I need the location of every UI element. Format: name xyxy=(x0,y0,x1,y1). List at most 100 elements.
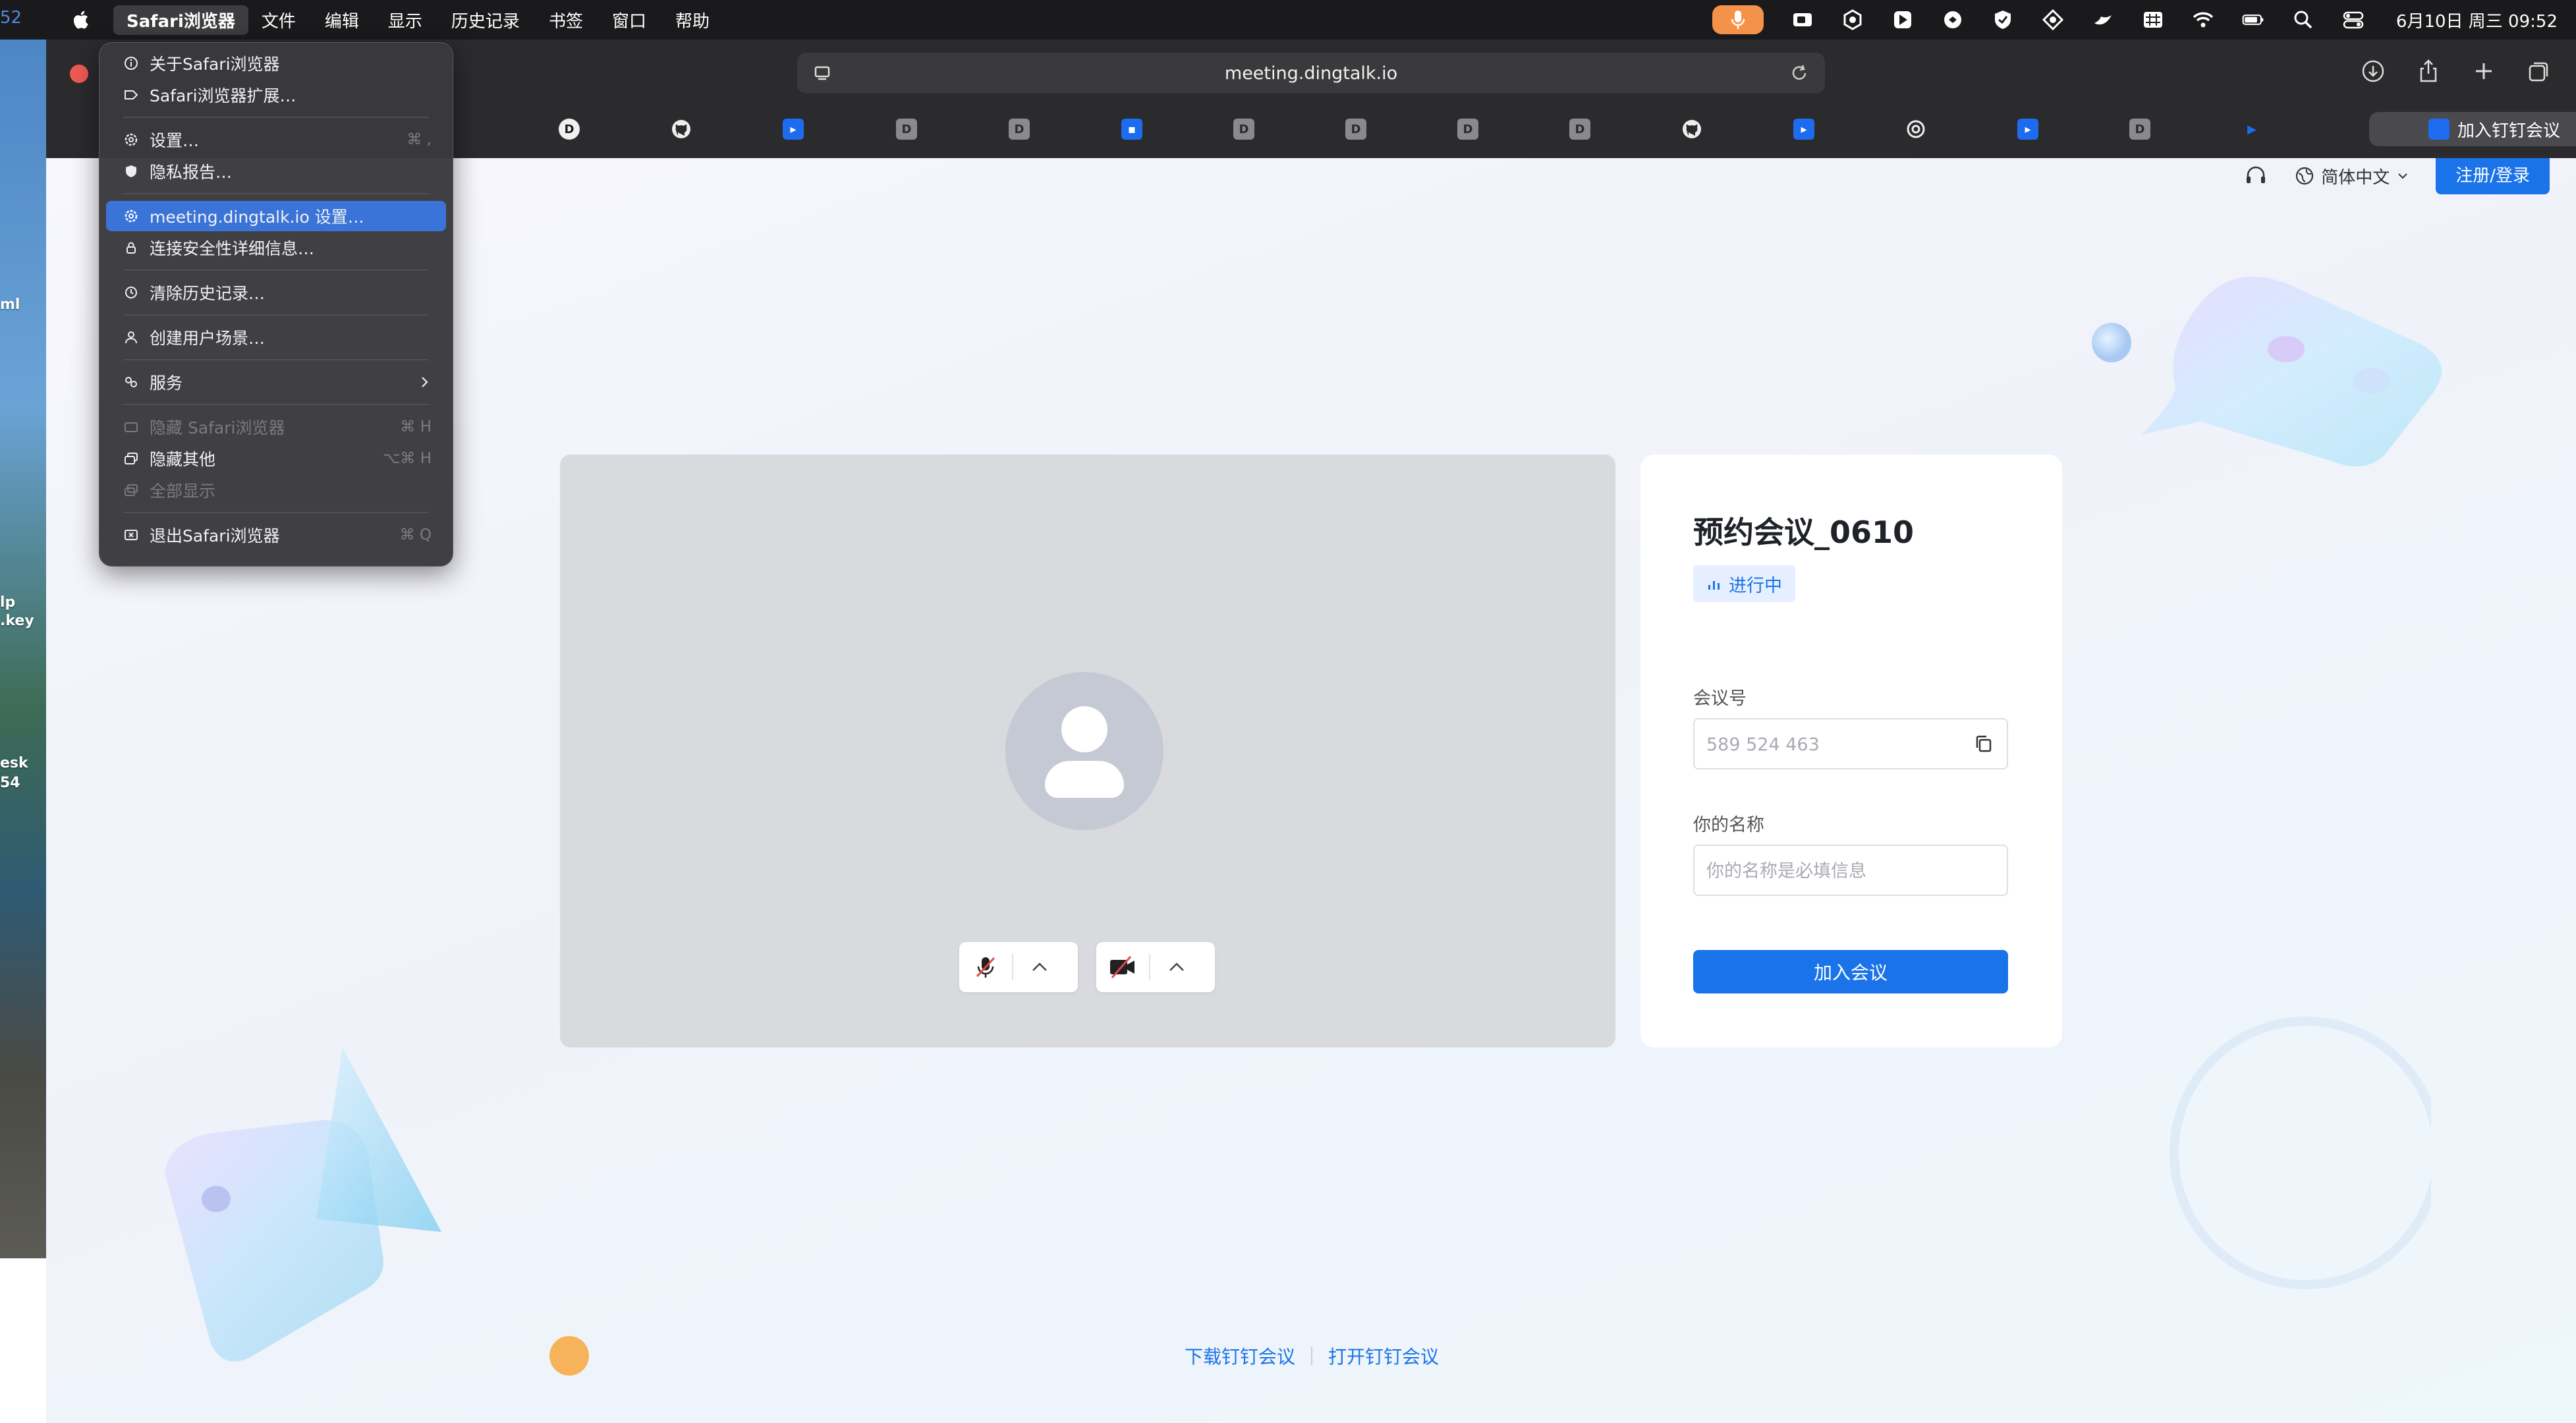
menu-item-label: meeting.dingtalk.io 设置… xyxy=(150,208,364,227)
battery-icon[interactable] xyxy=(2242,9,2264,31)
menu-item-show-all[interactable]: 全部显示 xyxy=(106,475,446,505)
menu-item-create-profile[interactable]: 创建用户场景… xyxy=(106,322,446,352)
dingtalk-tab-icon[interactable]: ▶ xyxy=(2241,119,2262,140)
shield-app-icon[interactable] xyxy=(1992,9,2014,31)
spotlight-search-icon[interactable] xyxy=(2292,9,2314,31)
meeting-title: 预约会议_0610 xyxy=(1693,515,1915,550)
meeting-id-field[interactable] xyxy=(1693,718,2008,769)
dingtalk-tab-icon[interactable]: ▸ xyxy=(1793,119,1814,140)
close-window-button[interactable] xyxy=(70,65,88,83)
desktop-file-label[interactable]: .key xyxy=(0,613,34,629)
chat-app-icon[interactable] xyxy=(1942,9,1964,31)
chevron-down-icon xyxy=(2398,173,2407,179)
share-icon[interactable] xyxy=(2415,58,2442,84)
lock-icon xyxy=(122,238,140,257)
toolbar-actions xyxy=(2360,58,2552,84)
desktop-file-label[interactable]: lp xyxy=(0,594,15,611)
reload-icon[interactable] xyxy=(1788,62,1810,84)
address-bar[interactable]: meeting.dingtalk.io xyxy=(797,53,1825,94)
desktop-file-label[interactable]: ml xyxy=(0,296,20,313)
open-app-link[interactable]: 打开钉钉会议 xyxy=(1328,1343,1439,1369)
tab-favicon[interactable]: D xyxy=(1233,119,1254,140)
copy-icon[interactable] xyxy=(1973,733,1995,755)
name-input[interactable] xyxy=(1694,846,1958,896)
menu-item-privacy-report[interactable]: 隐私报告… xyxy=(106,156,446,186)
wifi-icon[interactable] xyxy=(2192,9,2214,31)
desktop-file-label[interactable]: esk xyxy=(0,755,28,771)
history-icon xyxy=(122,283,140,302)
menu-safari[interactable]: Safari浏览器 xyxy=(113,5,248,35)
menu-view[interactable]: 显示 xyxy=(388,8,422,32)
menu-bookmarks[interactable]: 书签 xyxy=(549,8,583,32)
github-icon[interactable] xyxy=(1681,119,1702,140)
apple-icon[interactable] xyxy=(71,10,90,30)
join-meeting-button[interactable]: 加入会议 xyxy=(1693,950,2008,993)
vpn-app-icon[interactable] xyxy=(2042,9,2064,31)
camera-options-button[interactable] xyxy=(1150,942,1203,992)
tab-active-join-meeting[interactable]: 加入钉钉会议 xyxy=(2369,112,2576,146)
download-app-link[interactable]: 下载钉钉会议 xyxy=(1185,1343,1295,1369)
safari-app-menu: 关于Safari浏览器 Safari浏览器扩展… 设置… ⌘ , 隐私报告… m… xyxy=(99,42,453,567)
register-login-button[interactable]: 注册/登录 xyxy=(2436,158,2550,194)
new-tab-icon[interactable] xyxy=(2471,58,2497,84)
meeting-id-input[interactable] xyxy=(1694,719,1958,769)
menu-item-label: 设置… xyxy=(150,131,200,150)
menu-window[interactable]: 窗口 xyxy=(612,8,646,32)
dingtalk-doc-tab-icon[interactable]: ▪ xyxy=(1121,119,1142,140)
menu-item-about[interactable]: 关于Safari浏览器 xyxy=(106,48,446,78)
chevron-right-icon xyxy=(422,377,428,387)
menu-item-hide-safari[interactable]: 隐藏 Safari浏览器 ⌘ H xyxy=(106,412,446,442)
customer-service-icon[interactable] xyxy=(2243,163,2268,188)
microphone-in-use-icon[interactable] xyxy=(1712,5,1764,34)
menu-item-services[interactable]: 服务 xyxy=(106,367,446,397)
tab-favicon[interactable]: D xyxy=(1457,119,1478,140)
menu-item-quit[interactable]: 退出Safari浏览器 ⌘ Q xyxy=(106,520,446,550)
language-label: 简体中文 xyxy=(2321,167,2390,188)
page-menu-icon[interactable] xyxy=(812,63,833,84)
microphone-options-button[interactable] xyxy=(1013,942,1066,992)
menu-item-extensions[interactable]: Safari浏览器扩展… xyxy=(106,80,446,110)
chevron-up-icon xyxy=(1032,963,1047,971)
download-icon[interactable] xyxy=(2360,58,2386,84)
desktop-file-label[interactable]: 54 xyxy=(0,775,20,791)
control-center-icon[interactable] xyxy=(2342,9,2365,31)
tab-favicon[interactable]: D xyxy=(2129,119,2150,140)
menu-help[interactable]: 帮助 xyxy=(675,8,710,32)
menu-shortcut: ⌘ Q xyxy=(399,526,432,544)
menu-item-hide-others[interactable]: 隐藏其他 ⌥⌘ H xyxy=(106,443,446,474)
globe-icon xyxy=(2296,167,2314,185)
tab-favicon[interactable]: D xyxy=(1569,119,1590,140)
cursor-app-icon[interactable] xyxy=(1891,9,1914,31)
grid-app-icon[interactable] xyxy=(2142,9,2164,31)
bird-app-icon[interactable] xyxy=(2092,9,2114,31)
dingtalk-tab-icon[interactable]: ▸ xyxy=(2017,119,2038,140)
menu-file[interactable]: 文件 xyxy=(262,8,296,32)
tab-favicon[interactable]: D xyxy=(1009,119,1030,140)
hexagon-app-icon[interactable] xyxy=(1841,9,1864,31)
desktop-background: ml lp .key esk 54 xyxy=(0,40,46,1258)
glass-shapes-decoration xyxy=(165,1047,589,1376)
tab-favicon[interactable]: D xyxy=(896,119,917,140)
microphone-off-button[interactable] xyxy=(959,942,1012,992)
menu-edit[interactable]: 编辑 xyxy=(325,8,359,32)
github-icon[interactable] xyxy=(671,119,692,140)
menu-item-clear-history[interactable]: 清除历史记录… xyxy=(106,277,446,308)
video-preview xyxy=(560,455,1615,1047)
menu-history[interactable]: 历史记录 xyxy=(451,8,520,32)
menu-item-site-settings[interactable]: meeting.dingtalk.io 设置… xyxy=(106,201,446,231)
tab-overview-icon[interactable] xyxy=(2526,58,2552,84)
language-selector[interactable]: 简体中文 xyxy=(2295,164,2409,188)
sphere-decoration xyxy=(2092,323,2131,362)
screen-record-icon[interactable] xyxy=(1791,9,1814,31)
menu-item-settings[interactable]: 设置… ⌘ , xyxy=(106,125,446,155)
menu-item-connection-security[interactable]: 连接安全性详细信息… xyxy=(106,233,446,263)
camera-control xyxy=(1096,942,1215,992)
meeting-id-label: 会议号 xyxy=(1693,688,1747,709)
dingtalk-tab-icon[interactable]: ▸ xyxy=(783,119,804,140)
tab-favicon[interactable]: D xyxy=(1345,119,1366,140)
openai-icon[interactable] xyxy=(1905,119,1926,140)
camera-off-button[interactable] xyxy=(1096,942,1149,992)
tab-favicon[interactable]: D xyxy=(559,119,580,140)
menu-clock[interactable]: 6月10日 周三 09:52 xyxy=(2396,8,2558,32)
name-field[interactable] xyxy=(1693,845,2008,896)
